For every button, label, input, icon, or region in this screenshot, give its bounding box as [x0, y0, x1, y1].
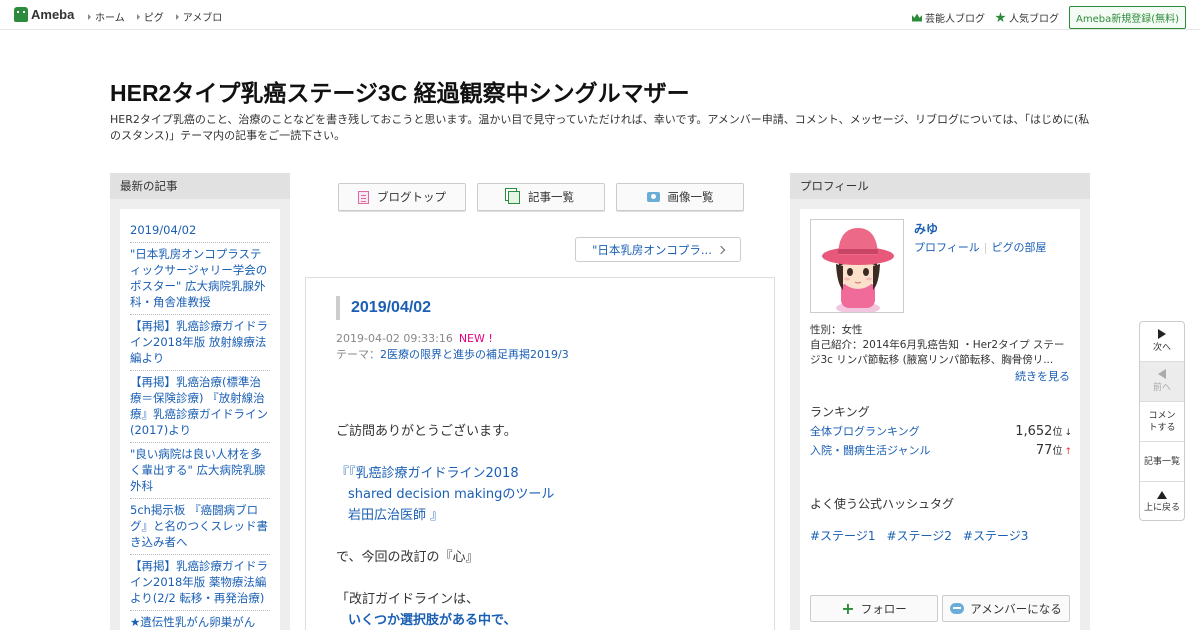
- hashtag-heading: よく使う公式ハッシュタグ: [810, 497, 955, 511]
- profile-heading: プロフィール: [790, 173, 1090, 199]
- recent-articles-heading: 最新の記事: [110, 173, 290, 199]
- recent-article-item[interactable]: 5ch掲示板 『癌闘病ブログ』と名のつくスレッド書き込み者へ: [130, 499, 270, 555]
- signup-button[interactable]: Ameba新規登録(無料): [1068, 6, 1186, 29]
- article-text: 「改訂ガイドラインは、: [336, 592, 480, 607]
- blog-description: HER2タイプ乳癌のこと、治療のことなどを書き残しておこうと思います。温かい目で…: [110, 113, 1090, 142]
- profile-panel: みゆ プロフィール | ピグの部屋 性別：女性 自己紹介：2014年6月乳癌告知 ・…: [800, 209, 1080, 630]
- hashtag-link[interactable]: #ステージ3: [963, 527, 1028, 544]
- star-icon: [995, 12, 1006, 23]
- article-title[interactable]: 2019/04/02: [336, 296, 431, 320]
- article-meta: 2019-04-02 09:33:16 NEW ! テーマ：2医療の限界と進歩の補…: [336, 331, 569, 363]
- header-right: 芸能人ブログ 人気ブログ Ameba新規登録(無料): [911, 6, 1186, 29]
- article-link-text[interactable]: shared decision makingのツール: [336, 484, 756, 505]
- article-link-text[interactable]: 『『乳癌診療ガイドライン2018: [336, 463, 756, 484]
- article-body: ご訪問ありがとうございます。 『『乳癌診療ガイドライン2018 shared d…: [336, 421, 756, 630]
- amember-button[interactable]: アメンバーになる: [942, 595, 1070, 622]
- tab-image-list[interactable]: 画像一覧: [616, 183, 744, 211]
- profile-name[interactable]: みゆ: [914, 220, 938, 237]
- profile-link[interactable]: プロフィール: [914, 241, 980, 254]
- document-icon: [358, 190, 369, 204]
- arrow-right-icon: [136, 13, 140, 20]
- recent-article-item[interactable]: "良い病院は良い人材を多く輩出する" 広大病院乳腺外科: [130, 443, 270, 499]
- recent-article-item[interactable]: 2019/04/02: [130, 219, 270, 243]
- tab-article-list[interactable]: 記事一覧: [477, 183, 605, 211]
- ranking-row: 全体ブログランキング 1,652位 ↓: [810, 423, 1072, 439]
- top-bar: Ameba ホーム ピグ アメブロ 芸能人ブログ 人気ブログ Ameba新規登録…: [0, 0, 1200, 30]
- logo-text: Ameba: [31, 7, 75, 22]
- ranking-heading: ランキング: [810, 405, 870, 419]
- hashtag-link[interactable]: #ステージ1: [810, 527, 875, 544]
- nav-pigg[interactable]: ピグ: [136, 9, 164, 24]
- arrow-up-icon: ↑: [1064, 447, 1072, 457]
- prev-button[interactable]: 前へ: [1140, 362, 1184, 402]
- celebrity-blog-link[interactable]: 芸能人ブログ: [911, 10, 985, 25]
- chat-bubble-icon: [950, 603, 965, 614]
- hashtag-link[interactable]: #ステージ2: [886, 527, 951, 544]
- recent-article-item[interactable]: 【再掲】乳癌診療ガイドライン2018年版 放射線療法編より: [130, 315, 270, 371]
- theme-prefix: テーマ：: [336, 348, 380, 361]
- list-icon: [508, 190, 520, 204]
- recent-article-item[interactable]: 【再掲】乳癌診療ガイドライン2018年版 薬物療法編より(2/2 転移・再発治療…: [130, 555, 270, 611]
- blog-tabs: ブログトップ 記事一覧 画像一覧: [338, 183, 744, 211]
- avatar[interactable]: [810, 219, 904, 313]
- ranking-row: 入院・闘病生活ジャンル 77位 ↑: [810, 442, 1072, 458]
- profile-gender: 性別：女性: [810, 324, 863, 336]
- chevron-right-icon: [716, 245, 726, 254]
- read-more-link[interactable]: 続きを見る: [1015, 368, 1070, 384]
- back-to-top-button[interactable]: 上に戻る: [1140, 482, 1184, 522]
- ameba-logo-icon: [14, 7, 28, 22]
- arrow-up-icon: [1157, 490, 1167, 499]
- article-link-text[interactable]: 岩田広治医師 』: [336, 505, 756, 526]
- next-button[interactable]: 次へ: [1140, 322, 1184, 362]
- ranking-value: 1,652位 ↓: [1015, 424, 1072, 439]
- camera-icon: [646, 192, 660, 202]
- hashtag-list: #ステージ1 #ステージ2 #ステージ3: [810, 527, 1028, 544]
- floating-side-nav: 次へ 前へ コメントする 記事一覧 上に戻る: [1139, 321, 1185, 521]
- arrow-right-icon: [175, 13, 179, 20]
- ameba-logo[interactable]: Ameba: [14, 7, 74, 22]
- profile-intro: 自己紹介：2014年6月乳癌告知 ・Her2タイプ ステージ3c リンパ節転移 …: [810, 339, 1065, 366]
- avatar-illustration: [811, 220, 903, 312]
- recent-articles-list: 2019/04/02 "日本乳房オンコプラスティックサージャリー学会のポスター"…: [120, 209, 280, 630]
- arrow-right-icon: [88, 13, 91, 20]
- article-datetime: 2019-04-02 09:33:16: [336, 332, 453, 345]
- next-article-button[interactable]: "日本乳房オンコプラ...: [575, 237, 741, 262]
- article-text: ご訪問ありがとうございます。: [336, 424, 517, 439]
- article: 2019/04/02 2019-04-02 09:33:16 NEW ! テーマ：…: [305, 277, 775, 630]
- right-sidebar: プロフィール みゆ プロフィール | ピグの部屋 性別：女性 自己紹介：2014…: [790, 173, 1090, 630]
- tab-blog-top[interactable]: ブログトップ: [338, 183, 466, 211]
- new-badge: NEW !: [458, 332, 493, 345]
- profile-info: 性別：女性 自己紹介：2014年6月乳癌告知 ・Her2タイプ ステージ3c リ…: [810, 323, 1072, 368]
- global-nav: ホーム ピグ アメブロ: [88, 9, 222, 24]
- popular-blog-link[interactable]: 人気ブログ: [995, 10, 1059, 25]
- profile-links: プロフィール | ピグの部屋: [914, 241, 1047, 254]
- crown-icon: [911, 13, 922, 22]
- ranking-label[interactable]: 入院・闘病生活ジャンル: [810, 442, 930, 458]
- recent-article-item[interactable]: "日本乳房オンコプラスティックサージャリー学会のポスター" 広大病院乳腺外科・角…: [130, 243, 270, 315]
- blog-title[interactable]: HER2タイプ乳癌ステージ3C 経過観察中シングルマザー: [110, 74, 690, 108]
- nav-ameblo[interactable]: アメブロ: [175, 9, 222, 24]
- ranking-value: 77位 ↑: [1035, 443, 1072, 458]
- article-emphasis-text: いくつか選択肢がある中で、: [348, 613, 517, 628]
- article-list-button[interactable]: 記事一覧: [1140, 442, 1184, 482]
- follow-button[interactable]: + フォロー: [810, 595, 938, 622]
- recent-article-item[interactable]: 【再掲】乳癌治療(標準治療＝保険診療) 『放射線治療』乳癌診療ガイドライン(20…: [130, 371, 270, 443]
- article-theme-link[interactable]: 2医療の限界と進歩の補足再掲2019/3: [380, 348, 569, 361]
- pigg-room-link[interactable]: ピグの部屋: [992, 241, 1047, 254]
- recent-article-item[interactable]: ★遺伝性乳がん卵巣がん: [130, 611, 270, 630]
- plus-icon: +: [841, 598, 855, 618]
- play-left-icon: [1158, 369, 1166, 379]
- nav-home[interactable]: ホーム: [88, 9, 125, 24]
- play-right-icon: [1158, 329, 1166, 339]
- article-text: で、今回の改訂の『心』: [336, 550, 479, 565]
- left-sidebar: 最新の記事 2019/04/02 "日本乳房オンコプラスティックサージャリー学会…: [110, 173, 290, 630]
- comment-button[interactable]: コメントする: [1140, 402, 1184, 442]
- ranking-label[interactable]: 全体ブログランキング: [810, 423, 920, 439]
- arrow-down-icon: ↓: [1064, 428, 1072, 438]
